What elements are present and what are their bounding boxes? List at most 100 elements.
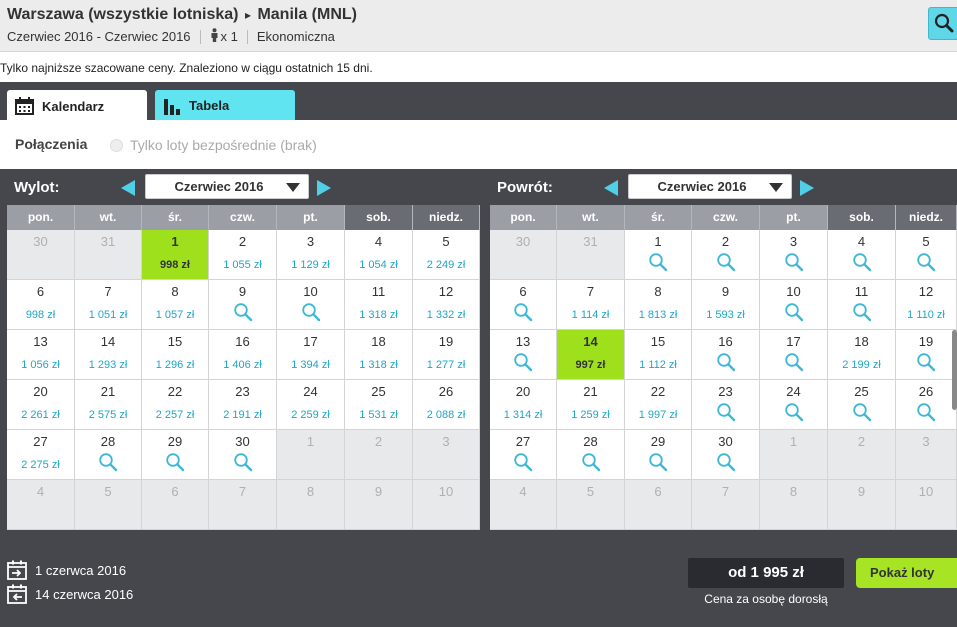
outbound-day-cell[interactable]: 9 (209, 280, 277, 330)
day-price: 1 054 zł (359, 259, 398, 271)
outbound-day-cell[interactable]: 24 2 259 zł (277, 380, 345, 430)
inbound-weekday-header: wt. (557, 205, 625, 230)
inbound-day-cell[interactable]: 28 (557, 430, 625, 480)
outbound-day-cell[interactable]: 3 1 129 zł (277, 230, 345, 280)
outbound-day-cell[interactable]: 8 1 057 zł (142, 280, 209, 330)
search-price-icon[interactable] (784, 252, 804, 277)
inbound-day-cell[interactable]: 9 1 593 zł (692, 280, 760, 330)
search-price-icon[interactable] (98, 452, 118, 477)
inbound-day-cell[interactable]: 12 1 110 zł (896, 280, 957, 330)
return-prev-month-arrow-icon[interactable] (604, 180, 618, 196)
outbound-month-select[interactable]: Czerwiec 2016 (145, 174, 309, 199)
show-flights-button[interactable]: Pokaż loty (856, 558, 957, 588)
outbound-day-cell[interactable]: 28 (75, 430, 142, 480)
outbound-day-cell[interactable]: 5 2 249 zł (413, 230, 480, 280)
tab-kalendarz[interactable]: Kalendarz (7, 90, 147, 122)
inbound-day-cell[interactable]: 20 1 314 zł (490, 380, 557, 430)
outbound-day-cell[interactable]: 13 1 056 zł (7, 330, 75, 380)
inbound-day-cell[interactable]: 25 (828, 380, 896, 430)
outbound-day-cell[interactable]: 11 1 318 zł (345, 280, 413, 330)
inbound-day-cell[interactable]: 17 (760, 330, 828, 380)
inbound-day-cell[interactable]: 30 (692, 430, 760, 480)
outbound-day-cell[interactable]: 30 (209, 430, 277, 480)
outbound-day-cell[interactable]: 18 1 318 zł (345, 330, 413, 380)
search-price-icon[interactable] (648, 452, 668, 477)
search-price-icon[interactable] (784, 402, 804, 427)
inbound-day-cell[interactable]: 24 (760, 380, 828, 430)
outbound-day-cell[interactable]: 1 998 zł (142, 230, 209, 280)
inbound-day-cell[interactable]: 1 (625, 230, 692, 280)
search-price-icon[interactable] (648, 252, 668, 277)
search-price-icon[interactable] (852, 252, 872, 277)
outbound-prev-month-arrow-icon[interactable] (121, 180, 135, 196)
return-next-month-arrow-icon[interactable] (800, 180, 814, 196)
scrollbar-thumb[interactable] (952, 330, 957, 410)
outbound-day-cell[interactable]: 26 2 088 zł (413, 380, 480, 430)
search-price-icon[interactable] (716, 352, 736, 377)
search-price-icon[interactable] (716, 452, 736, 477)
search-price-icon[interactable] (716, 402, 736, 427)
search-price-icon[interactable] (716, 252, 736, 277)
outbound-day-cell[interactable]: 15 1 296 zł (142, 330, 209, 380)
inbound-day-cell[interactable]: 4 (828, 230, 896, 280)
inbound-day-cell[interactable]: 23 (692, 380, 760, 430)
search-button[interactable] (928, 7, 957, 40)
inbound-day-cell[interactable]: 10 (760, 280, 828, 330)
search-price-icon[interactable] (916, 352, 936, 377)
search-price-icon[interactable] (581, 452, 601, 477)
inbound-day-cell[interactable]: 26 (896, 380, 957, 430)
outbound-day-cell[interactable]: 25 1 531 zł (345, 380, 413, 430)
search-price-icon[interactable] (513, 302, 533, 327)
direct-flights-checkbox[interactable] (110, 139, 123, 152)
outbound-next-month-arrow-icon[interactable] (317, 180, 331, 196)
day-number: 8 (306, 484, 315, 499)
inbound-day-cell[interactable]: 2 (692, 230, 760, 280)
inbound-day-cell[interactable]: 18 2 199 zł (828, 330, 896, 380)
search-price-icon[interactable] (852, 402, 872, 427)
outbound-day-cell[interactable]: 29 (142, 430, 209, 480)
inbound-day-cell[interactable]: 3 (760, 230, 828, 280)
inbound-day-cell[interactable]: 19 (896, 330, 957, 380)
outbound-day-cell[interactable]: 22 2 257 zł (142, 380, 209, 430)
tab-tabela[interactable]: Tabela (155, 90, 295, 121)
inbound-day-cell[interactable]: 13 (490, 330, 557, 380)
inbound-day-cell[interactable]: 27 (490, 430, 557, 480)
search-price-icon[interactable] (233, 452, 253, 477)
return-month-select[interactable]: Czerwiec 2016 (628, 174, 792, 199)
outbound-day-cell[interactable]: 14 1 293 zł (75, 330, 142, 380)
inbound-day-cell[interactable]: 15 1 112 zł (625, 330, 692, 380)
inbound-day-cell[interactable]: 6 (490, 280, 557, 330)
outbound-day-cell[interactable]: 6 998 zł (7, 280, 75, 330)
outbound-day-cell[interactable]: 12 1 332 zł (413, 280, 480, 330)
outbound-day-cell[interactable]: 19 1 277 zł (413, 330, 480, 380)
outbound-day-cell[interactable]: 23 2 191 zł (209, 380, 277, 430)
search-price-icon[interactable] (513, 452, 533, 477)
inbound-day-cell[interactable]: 5 (896, 230, 957, 280)
outbound-day-cell[interactable]: 7 1 051 zł (75, 280, 142, 330)
inbound-day-cell[interactable]: 22 1 997 zł (625, 380, 692, 430)
search-price-icon[interactable] (513, 352, 533, 377)
search-price-icon[interactable] (165, 452, 185, 477)
outbound-day-cell[interactable]: 2 1 055 zł (209, 230, 277, 280)
search-price-icon[interactable] (784, 302, 804, 327)
outbound-day-cell[interactable]: 17 1 394 zł (277, 330, 345, 380)
inbound-day-cell[interactable]: 21 1 259 zł (557, 380, 625, 430)
outbound-day-cell[interactable]: 27 2 275 zł (7, 430, 75, 480)
outbound-day-cell[interactable]: 16 1 406 zł (209, 330, 277, 380)
search-price-icon[interactable] (784, 352, 804, 377)
outbound-day-cell[interactable]: 4 1 054 zł (345, 230, 413, 280)
inbound-day-cell[interactable]: 14 997 zł (557, 330, 625, 380)
outbound-day-cell[interactable]: 21 2 575 zł (75, 380, 142, 430)
search-price-icon[interactable] (916, 402, 936, 427)
outbound-day-cell[interactable]: 20 2 261 zł (7, 380, 75, 430)
inbound-day-cell[interactable]: 11 (828, 280, 896, 330)
search-price-icon[interactable] (233, 302, 253, 327)
inbound-day-cell[interactable]: 16 (692, 330, 760, 380)
outbound-day-cell[interactable]: 10 (277, 280, 345, 330)
inbound-day-cell[interactable]: 8 1 813 zł (625, 280, 692, 330)
search-price-icon[interactable] (852, 302, 872, 327)
inbound-day-cell[interactable]: 29 (625, 430, 692, 480)
search-price-icon[interactable] (301, 302, 321, 327)
search-price-icon[interactable] (916, 252, 936, 277)
inbound-day-cell[interactable]: 7 1 114 zł (557, 280, 625, 330)
